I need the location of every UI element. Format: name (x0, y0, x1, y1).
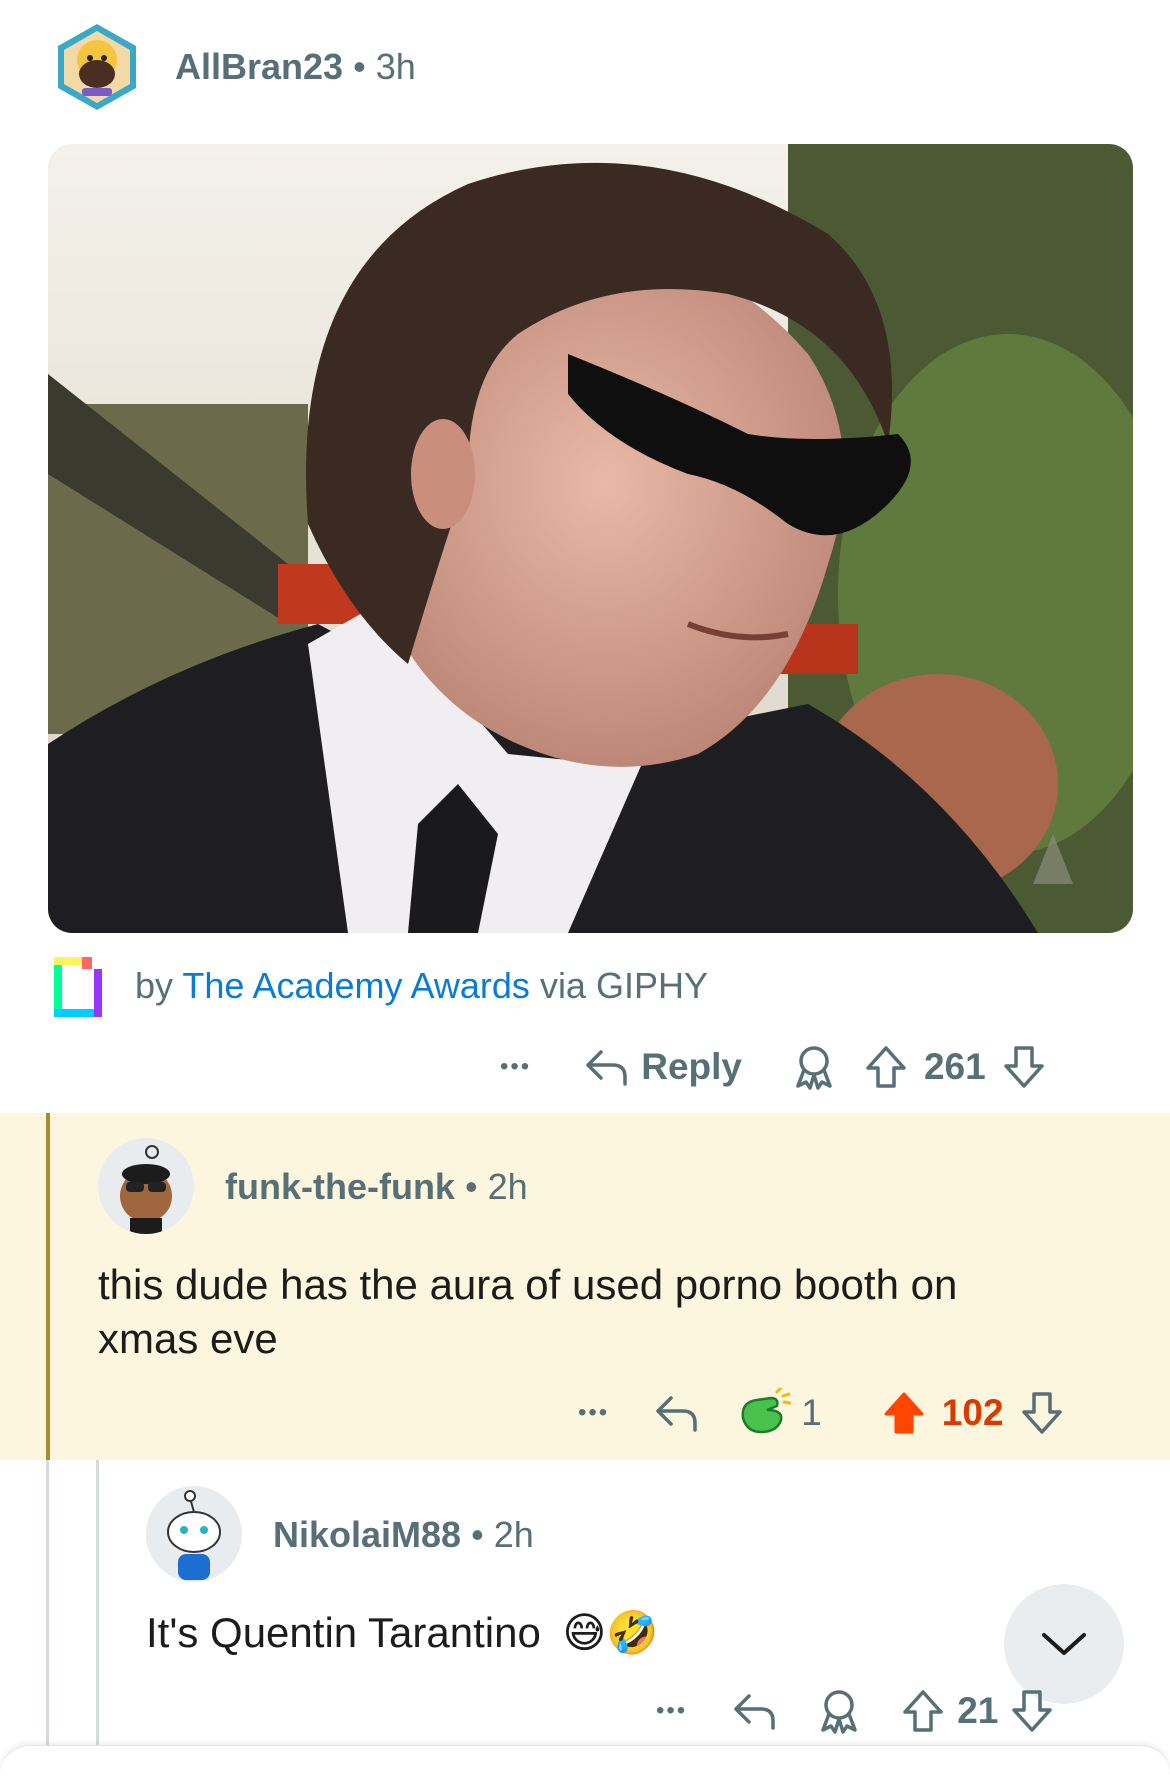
reply-label: Reply (641, 1046, 742, 1087)
award-button[interactable] (817, 1688, 861, 1734)
award-icon (796, 1046, 832, 1090)
award-button[interactable]: 1 (737, 1388, 822, 1438)
downvote-button[interactable] (1002, 1044, 1046, 1090)
award-button[interactable] (792, 1044, 836, 1090)
upvote-icon (866, 1046, 906, 1088)
avatar[interactable] (98, 1138, 194, 1234)
clapping-hands-award-icon (741, 1388, 792, 1434)
giphy-icon (52, 955, 104, 1019)
separator: • (471, 1514, 484, 1555)
avatar[interactable] (52, 22, 142, 112)
comment-emojis: 😅🤣 (562, 1609, 659, 1656)
more-options-button[interactable]: ••• (500, 1053, 531, 1081)
comment-body: It's Quentin Tarantino 😅🤣 (146, 1606, 659, 1660)
downvote-button[interactable] (1010, 1688, 1054, 1734)
comment-header: NikolaiM88 • 2h (273, 1514, 534, 1556)
comment-header: funk-the-funk • 2h (225, 1166, 528, 1208)
chevron-down-icon (1042, 1633, 1086, 1655)
comment-body-text: It's Quentin Tarantino (146, 1609, 541, 1656)
downvote-button[interactable] (1020, 1390, 1064, 1436)
comment-actions: ••• Reply 261 (500, 1040, 1046, 1094)
award-icon (821, 1690, 857, 1734)
downvote-icon (1021, 1392, 1062, 1434)
thread-line[interactable] (46, 1460, 49, 1760)
comment-body-line: this dude has the aura of used porno boo… (98, 1261, 958, 1308)
separator: • (353, 46, 366, 87)
more-options-button[interactable]: ••• (578, 1399, 609, 1427)
upvote-button[interactable] (864, 1044, 908, 1090)
username[interactable]: funk-the-funk (225, 1166, 455, 1207)
reply-button[interactable] (731, 1688, 777, 1734)
more-options-button[interactable]: ••• (656, 1697, 687, 1725)
vote-score: 261 (923, 1046, 986, 1087)
reply-icon (586, 1050, 627, 1086)
comment-body-line: xmas eve (98, 1315, 278, 1362)
timestamp: 2h (493, 1514, 534, 1555)
comment-header: AllBran23 • 3h (175, 46, 416, 88)
bottom-sheet-edge (0, 1745, 1170, 1776)
downvote-icon (1003, 1046, 1044, 1088)
downvote-icon (1012, 1690, 1053, 1732)
reply-button[interactable]: Reply (583, 1044, 742, 1090)
thread-line[interactable] (46, 1113, 50, 1460)
upvote-icon (903, 1690, 943, 1732)
reply-icon (656, 1396, 697, 1432)
vote-score: 102 (941, 1392, 1004, 1433)
reply-icon (734, 1694, 775, 1730)
comment-actions: ••• 21 (656, 1684, 1054, 1738)
upvote-button[interactable] (882, 1390, 926, 1436)
gif-image[interactable] (48, 144, 1133, 933)
upvote-button[interactable] (901, 1688, 945, 1734)
award-count: 1 (801, 1392, 822, 1433)
upvote-filled-icon (884, 1392, 924, 1434)
reply-button[interactable] (653, 1390, 699, 1436)
comment-actions: ••• 1 102 (578, 1386, 1064, 1440)
thread-line[interactable] (96, 1460, 99, 1760)
timestamp: 2h (487, 1166, 528, 1207)
comment-body: this dude has the aura of used porno boo… (98, 1258, 1098, 1366)
avatar[interactable] (146, 1486, 242, 1582)
vote-score: 21 (957, 1690, 999, 1731)
attribution-suffix: via GIPHY (539, 965, 708, 1006)
attribution-prefix: by (135, 965, 174, 1006)
attribution-source-link[interactable]: The Academy Awards (182, 965, 530, 1006)
timestamp: 3h (375, 46, 416, 87)
username[interactable]: NikolaiM88 (273, 1514, 461, 1555)
gif-attribution: by The Academy Awards via GIPHY (135, 965, 708, 1007)
username[interactable]: AllBran23 (175, 46, 343, 87)
separator: • (464, 1166, 478, 1207)
